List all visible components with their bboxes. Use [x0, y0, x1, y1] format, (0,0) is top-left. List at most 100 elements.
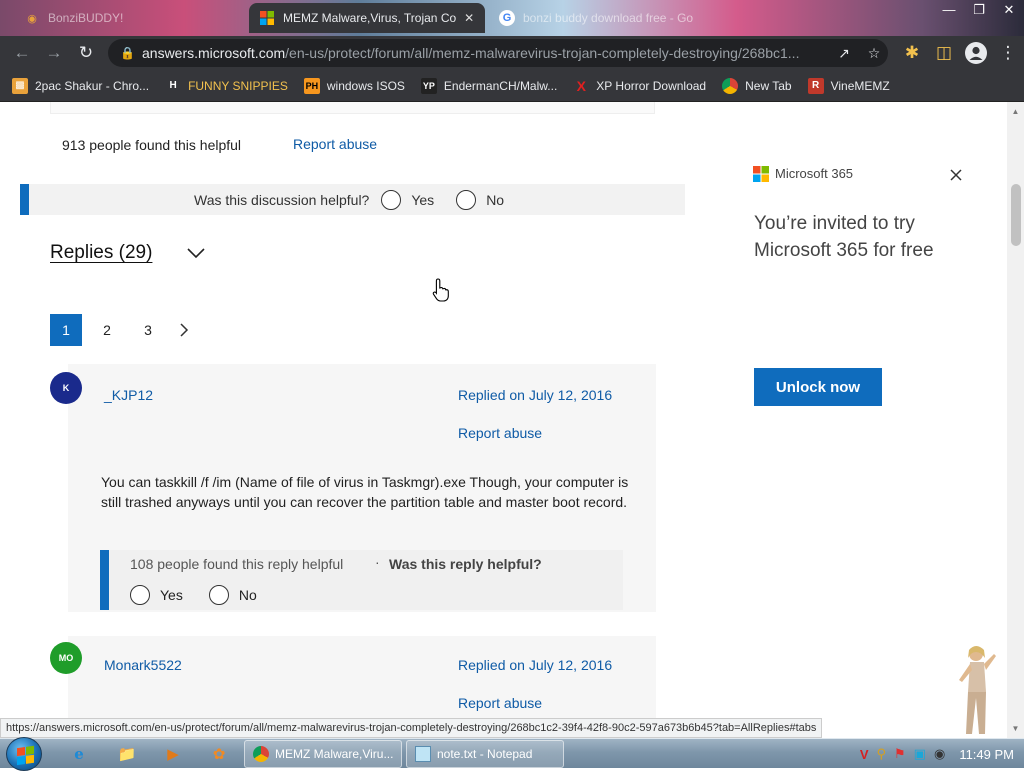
clock[interactable]: 11:49 PM — [959, 747, 1014, 762]
close-tab-icon[interactable]: ✕ — [464, 11, 474, 25]
bookmark-label: EndermanCH/Malw... — [443, 78, 558, 93]
tab-title: MEMZ Malware,Virus, Trojan Co — [283, 11, 457, 25]
page-1-button[interactable]: 1 — [50, 314, 82, 346]
page-scrollbar[interactable]: ▲ ▼ — [1007, 102, 1024, 738]
url-path: /en-us/protect/forum/all/memz-malwarevir… — [285, 45, 800, 61]
bookmarks-bar: ▩ 2pac Shakur - Chro... H FUNNY SNIPPIES… — [0, 70, 1024, 102]
chrome-icon — [722, 77, 739, 94]
discussion-helpful-bar: Was this discussion helpful? Yes No — [20, 184, 685, 215]
reply-no-radio[interactable] — [208, 585, 229, 605]
network-icon[interactable]: ▣ — [914, 746, 926, 762]
tab-google-search[interactable]: G bonzi buddy download free - Go — [489, 3, 729, 33]
menu-kebab-icon[interactable]: ⋮ — [992, 37, 1024, 69]
ad-headline: You’re invited to try Microsoft 365 for … — [754, 213, 934, 261]
windows-taskbar: e 📁 ▶ ✿ MEMZ Malware,Viru... note.txt - … — [0, 737, 1024, 771]
reply-date: Replied on July 12, 2016 — [458, 657, 613, 673]
reply-helpful-question: Was this reply helpful? — [389, 556, 542, 572]
bookmark-vinememz[interactable]: R VineMEMZ — [807, 77, 890, 94]
close-icon[interactable] — [945, 164, 967, 186]
reply-date: Replied on July 12, 2016 — [458, 387, 613, 403]
x-icon: X — [576, 77, 586, 94]
bonzi-favicon: ◉ — [27, 12, 37, 25]
bookmark-endermanch[interactable]: YP EndermanCH/Malw... — [420, 77, 558, 94]
page-3-button[interactable]: 3 — [132, 314, 164, 346]
h-icon: H — [169, 80, 177, 91]
pagination: 1 2 3 — [50, 314, 195, 346]
search-icon[interactable]: ⚲ — [876, 746, 886, 762]
window-controls: — ❐ ✕ — [934, 0, 1024, 22]
close-window-icon[interactable]: ✕ — [994, 0, 1024, 22]
bookmark-label: VineMEMZ — [830, 78, 890, 93]
reply-report-abuse-link[interactable]: Report abuse — [458, 425, 542, 441]
notepad-icon — [415, 746, 431, 762]
windows-logo-icon — [17, 745, 34, 766]
lock-icon: 🔒 — [120, 46, 135, 60]
tab-bonzibuddy[interactable]: ◉ BonziBUDDY! — [14, 3, 246, 33]
back-icon[interactable]: ← — [6, 37, 38, 69]
reply-yes-radio[interactable] — [130, 585, 150, 605]
page-viewport: 913 people found this helpful Report abu… — [0, 102, 1024, 738]
bookmark-funny-snippies[interactable]: H FUNNY SNIPPIES — [165, 78, 288, 94]
profile-avatar[interactable] — [960, 37, 992, 69]
reply-yes-label: Yes — [160, 587, 183, 603]
question-helpful-count: 913 people found this helpful — [62, 137, 242, 153]
reply-report-abuse-link[interactable]: Report abuse — [458, 695, 542, 711]
bookmark-windows-isos[interactable]: PH windows ISOS — [303, 77, 405, 94]
discussion-no-radio[interactable] — [456, 189, 477, 210]
scroll-down-arrow-icon[interactable]: ▼ — [1010, 724, 1021, 733]
tab-title: BonziBUDDY! — [48, 11, 124, 25]
ph-icon: PH — [303, 77, 320, 94]
bookmark-label: 2pac Shakur - Chro... — [35, 78, 150, 93]
system-tray: V ⚲ ⚑ ▣ ◉ 11:49 PM — [860, 739, 1024, 769]
browser-tab-strip: ◉ BonziBUDDY! MEMZ Malware,Virus, Trojan… — [0, 0, 1024, 36]
bookmark-label: FUNNY SNIPPIES — [188, 78, 288, 93]
start-button[interactable] — [6, 737, 42, 771]
discussion-yes-radio[interactable] — [381, 189, 402, 210]
microsoft-favicon — [259, 10, 275, 26]
paint-icon[interactable]: ✿ — [206, 742, 232, 766]
reload-icon[interactable]: ↻ — [70, 37, 102, 69]
taskbar-item-chrome[interactable]: MEMZ Malware,Viru... — [244, 740, 402, 768]
scroll-up-arrow-icon[interactable]: ▲ — [1010, 107, 1021, 116]
bookmark-xp-horror[interactable]: X XP Horror Download — [573, 77, 707, 94]
reply-author[interactable]: _KJP12 — [104, 387, 153, 403]
reply-no-label: No — [238, 587, 257, 603]
extensions-icon[interactable]: ✱ — [896, 37, 928, 69]
taskbar-item-notepad[interactable]: note.txt - Notepad — [406, 740, 564, 768]
replies-heading[interactable]: Replies (29) — [50, 242, 152, 264]
report-abuse-link[interactable]: Report abuse — [293, 136, 377, 152]
bookmark-star-icon[interactable]: ☆ — [864, 45, 884, 62]
file-explorer-icon[interactable]: 📁 — [114, 742, 140, 766]
bookmark-label: windows ISOS — [326, 78, 405, 93]
antivirus-icon[interactable]: V — [860, 747, 869, 762]
dancing-figure-image — [954, 642, 1002, 738]
reply-helpful-options: Yes No — [130, 585, 257, 605]
scroll-thumb[interactable] — [1011, 184, 1021, 246]
next-page-icon[interactable] — [173, 314, 195, 346]
status-bar-url: https://answers.microsoft.com/en-us/prot… — [0, 718, 823, 738]
internet-explorer-icon[interactable]: e — [66, 742, 92, 766]
r-icon: R — [807, 77, 824, 94]
address-bar[interactable]: 🔒 answers.microsoft.com /en-us/protect/f… — [108, 39, 888, 67]
chevron-down-icon[interactable] — [185, 242, 207, 264]
share-icon[interactable]: ↗ — [834, 45, 854, 62]
taskbar-item-label: MEMZ Malware,Viru... — [275, 747, 394, 761]
bookmark-2pac[interactable]: ▩ 2pac Shakur - Chro... — [12, 77, 150, 94]
tab-memz-malware[interactable]: MEMZ Malware,Virus, Trojan Co ✕ — [249, 3, 485, 33]
avatar[interactable]: K — [50, 372, 82, 404]
avatar[interactable]: MO — [50, 642, 82, 674]
maximize-icon[interactable]: ❐ — [964, 0, 994, 22]
unlock-now-button[interactable]: Unlock now — [754, 368, 882, 406]
side-panel-icon[interactable]: ◫ — [928, 37, 960, 69]
url-host: answers.microsoft.com — [142, 45, 286, 61]
media-player-icon[interactable]: ▶ — [160, 742, 186, 766]
flag-icon[interactable]: ⚑ — [894, 746, 906, 762]
reply-author[interactable]: Monark5522 — [104, 657, 182, 673]
bookmark-new-tab[interactable]: New Tab — [722, 77, 792, 94]
reply-helpful-count: 108 people found this reply helpful — [130, 556, 344, 572]
volume-icon[interactable]: ◉ — [934, 746, 945, 762]
reply-body: You can taskkill /f /im (Name of file of… — [101, 474, 629, 510]
page-2-button[interactable]: 2 — [91, 314, 123, 346]
forward-icon[interactable]: → — [38, 37, 70, 69]
minimize-icon[interactable]: — — [934, 0, 964, 22]
